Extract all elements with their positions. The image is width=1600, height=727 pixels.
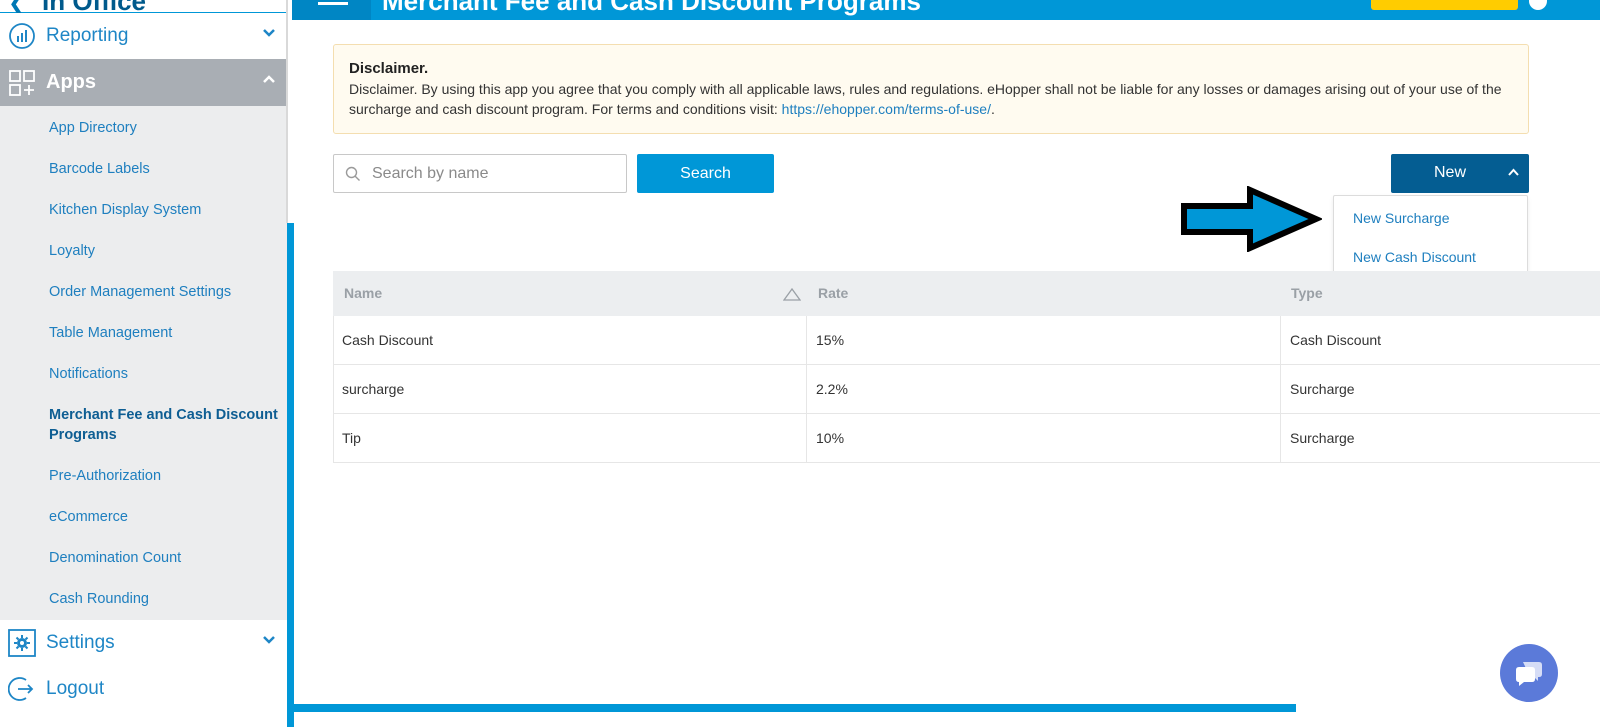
sidebar-header: ❮ In Office <box>0 0 288 16</box>
cell-type: Surcharge <box>1290 381 1355 397</box>
sidebar-subitem-merchant-fee[interactable]: Merchant Fee and Cash Discount Programs <box>49 405 284 445</box>
sidebar-item-label: Logout <box>46 678 105 699</box>
sidebar-subitem-pre-authorization[interactable]: Pre-Authorization <box>49 466 161 486</box>
sidebar-scrollbar[interactable] <box>286 0 288 223</box>
sidebar-item-apps[interactable]: Apps <box>0 59 288 106</box>
table-row[interactable]: Tip 10% Surcharge <box>333 414 1600 463</box>
search-field[interactable] <box>333 154 627 193</box>
cell-type: Surcharge <box>1290 430 1355 446</box>
sidebar-subitem-notifications[interactable]: Notifications <box>49 364 128 384</box>
top-bar: Merchant Fee and Cash Discount Programs <box>292 0 1600 20</box>
cell-name: Cash Discount <box>342 332 434 348</box>
sidebar-item-label: Settings <box>46 632 115 653</box>
arrow-annotation-icon <box>1181 186 1322 252</box>
sidebar-subitem-table-management[interactable]: Table Management <box>49 323 172 343</box>
frame-border-bottom <box>287 704 1296 712</box>
sidebar-item-label: Apps <box>46 71 96 93</box>
cell-name: Tip <box>342 430 361 446</box>
search-button[interactable]: Search <box>637 154 774 193</box>
chevron-up-icon <box>263 75 275 83</box>
cell-type: Cash Discount <box>1290 332 1382 348</box>
table-row[interactable]: surcharge 2.2% Surcharge <box>333 365 1600 414</box>
chat-bubble-icon <box>1516 662 1542 686</box>
upgrade-button[interactable] <box>1371 0 1518 10</box>
page-title: Merchant Fee and Cash Discount Programs <box>382 0 921 16</box>
sidebar-subitem-cash-rounding[interactable]: Cash Rounding <box>49 589 149 609</box>
table-row[interactable]: Cash Discount 15% Cash Discount <box>333 316 1600 365</box>
chart-icon <box>9 23 35 49</box>
column-divider <box>806 316 807 463</box>
cell-rate: 2.2% <box>816 381 848 397</box>
sidebar-subitem-loyalty[interactable]: Loyalty <box>49 241 95 261</box>
disclaimer-heading: Disclaimer. <box>349 60 429 77</box>
menu-item-new-surcharge[interactable]: New Surcharge <box>1353 210 1450 226</box>
sidebar-subitem-denomination-count[interactable]: Denomination Count <box>49 548 181 568</box>
logout-icon <box>8 677 34 701</box>
table-header: Name Rate Type <box>333 271 1600 316</box>
new-button[interactable]: New <box>1391 154 1529 193</box>
sidebar: ❮ In Office Reporting Apps App Directory… <box>0 0 288 727</box>
menu-icon[interactable] <box>292 0 371 20</box>
sort-ascending-icon[interactable] <box>783 287 801 301</box>
column-header-rate[interactable]: Rate <box>818 285 848 301</box>
sidebar-item-reporting[interactable]: Reporting <box>0 13 288 59</box>
column-divider <box>1280 316 1281 463</box>
disclaimer-suffix: . <box>990 101 995 117</box>
apps-submenu: App Directory Barcode Labels Kitchen Dis… <box>0 106 288 620</box>
cell-rate: 15% <box>816 332 845 348</box>
cell-name: surcharge <box>342 381 405 397</box>
new-dropdown-menu: New Surcharge New Cash Discount <box>1333 195 1528 282</box>
column-header-name[interactable]: Name <box>344 285 382 301</box>
chevron-up-icon <box>1508 168 1519 176</box>
new-button-label: New <box>1433 164 1466 181</box>
sidebar-item-settings[interactable]: Settings <box>0 620 288 666</box>
chevron-down-icon <box>263 29 275 37</box>
sidebar-subitem-barcode-labels[interactable]: Barcode Labels <box>49 159 150 179</box>
chat-button[interactable] <box>1500 644 1558 702</box>
menu-item-new-cash-discount[interactable]: New Cash Discount <box>1353 249 1476 265</box>
column-header-type[interactable]: Type <box>1291 285 1323 301</box>
gear-icon <box>8 629 36 657</box>
sidebar-subitem-kitchen-display[interactable]: Kitchen Display System <box>49 200 201 220</box>
chevron-down-icon <box>263 636 275 644</box>
search-input[interactable] <box>372 163 617 185</box>
disclaimer-box: Disclaimer. Disclaimer. By using this ap… <box>333 44 1529 134</box>
sidebar-item-logout[interactable]: Logout <box>0 666 288 712</box>
frame-border-left <box>287 223 294 727</box>
apps-grid-icon <box>9 69 35 96</box>
sidebar-subitem-order-management[interactable]: Order Management Settings <box>49 282 231 302</box>
cell-rate: 10% <box>816 430 845 446</box>
sidebar-subitem-app-directory[interactable]: App Directory <box>49 118 137 138</box>
disclaimer-text: Disclaimer. By using this app you agree … <box>349 79 1513 119</box>
sidebar-subitem-ecommerce[interactable]: eCommerce <box>49 507 128 527</box>
info-icon[interactable] <box>1529 0 1547 10</box>
terms-link[interactable]: https://ehopper.com/terms-of-use/ <box>782 101 991 117</box>
search-icon <box>345 166 360 181</box>
sidebar-item-label: Reporting <box>46 25 129 46</box>
